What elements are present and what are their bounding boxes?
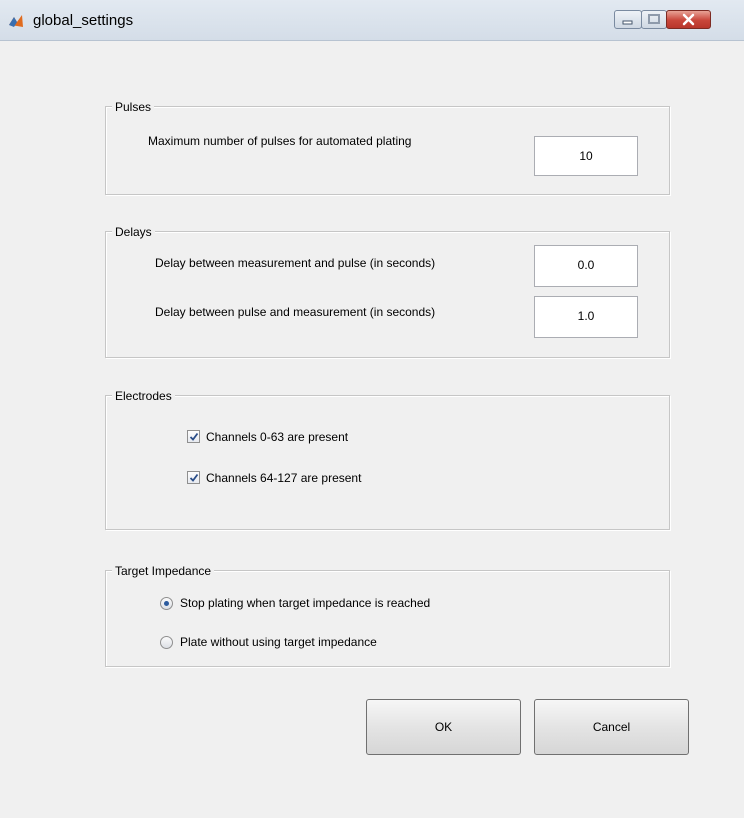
stop-plating-radio[interactable] [160, 597, 173, 610]
meas-to-pulse-label: Delay between measurement and pulse (in … [155, 256, 436, 270]
window-title: global_settings [33, 12, 134, 29]
dialog-body: Pulses Maximum number of pulses for auto… [0, 41, 744, 818]
maximize-icon [648, 14, 660, 24]
ch-0-63-label[interactable]: Channels 0-63 are present [206, 430, 348, 444]
pulse-to-meas-label: Delay between pulse and measurement (in … [155, 305, 436, 319]
ch-0-63-checkbox[interactable] [187, 430, 200, 443]
close-icon [682, 13, 695, 26]
checkmark-icon [189, 432, 199, 441]
matlab-icon [9, 15, 23, 27]
title-bar[interactable]: global_settings [0, 0, 744, 41]
minimize-button[interactable] [614, 10, 642, 29]
stop-plating-label[interactable]: Stop plating when target impedance is re… [180, 596, 430, 610]
cancel-button[interactable]: Cancel [534, 699, 689, 755]
delays-group-title: Delays [112, 224, 155, 240]
close-button[interactable] [666, 10, 711, 29]
pulses-group-title: Pulses [112, 99, 155, 115]
plate-without-radio[interactable] [160, 636, 173, 649]
radio-selected-dot [164, 601, 169, 606]
ch-64-127-checkbox[interactable] [187, 471, 200, 484]
checkmark-icon [189, 473, 199, 482]
max-pulses-input[interactable]: 10 [534, 136, 638, 176]
ok-button[interactable]: OK [366, 699, 521, 755]
ch-64-127-label[interactable]: Channels 64-127 are present [206, 471, 361, 485]
max-pulses-label: Maximum number of pulses for automated p… [148, 134, 412, 148]
maximize-button[interactable] [641, 10, 667, 29]
target-impedance-group-title: Target Impedance [112, 563, 215, 579]
plate-without-label[interactable]: Plate without using target impedance [180, 635, 377, 649]
pulse-to-meas-input[interactable]: 1.0 [534, 296, 638, 338]
target-impedance-group: Target Impedance [105, 563, 670, 667]
electrodes-group: Electrodes [105, 388, 670, 530]
minimize-icon [622, 20, 633, 25]
meas-to-pulse-input[interactable]: 0.0 [534, 245, 638, 287]
electrodes-group-title: Electrodes [112, 388, 175, 404]
